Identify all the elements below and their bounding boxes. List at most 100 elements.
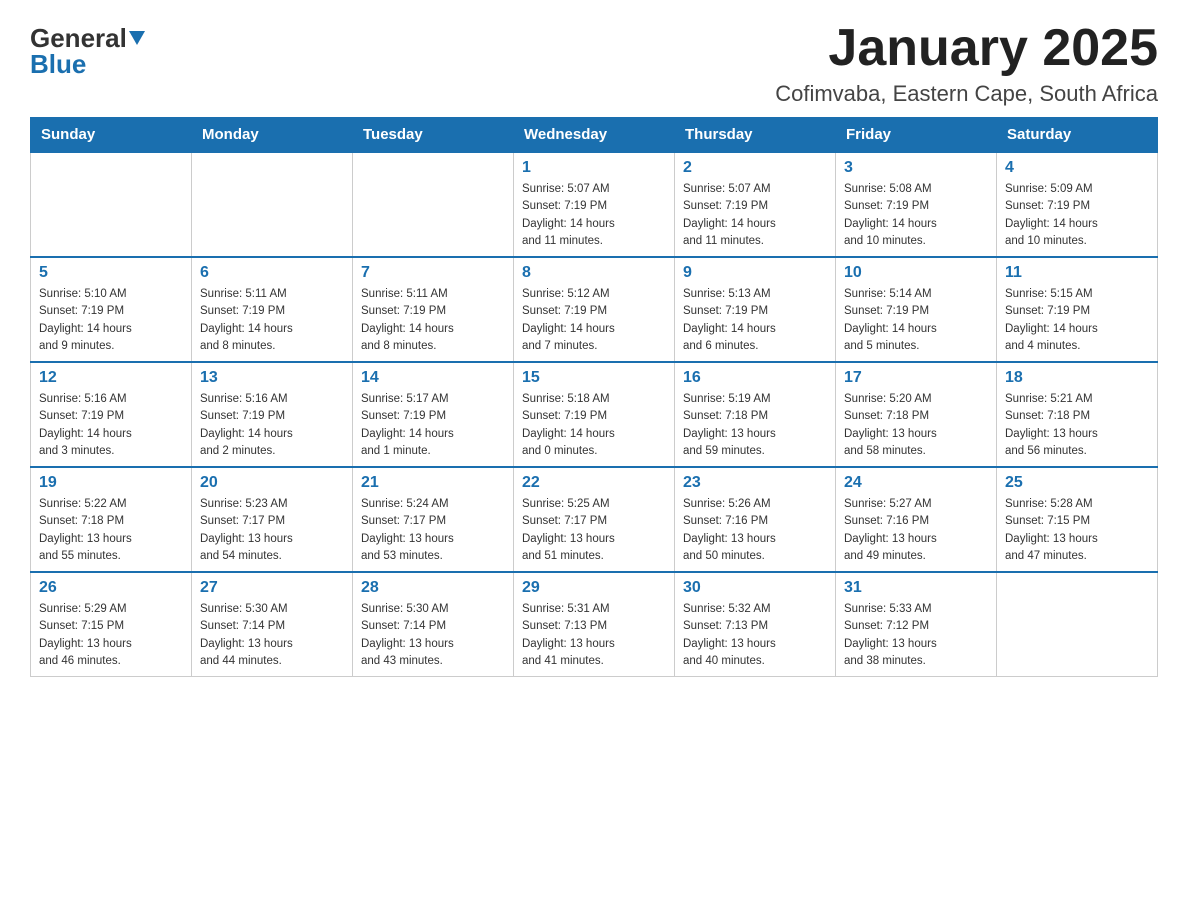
day-number: 13 (200, 369, 344, 387)
day-info: Sunrise: 5:27 AM Sunset: 7:16 PM Dayligh… (844, 496, 988, 565)
col-tuesday: Tuesday (353, 118, 514, 153)
logo-triangle-icon (129, 31, 145, 45)
day-info: Sunrise: 5:20 AM Sunset: 7:18 PM Dayligh… (844, 391, 988, 460)
day-info: Sunrise: 5:14 AM Sunset: 7:19 PM Dayligh… (844, 286, 988, 355)
day-number: 17 (844, 369, 988, 387)
logo-general-text: General (30, 25, 127, 51)
table-row: 18Sunrise: 5:21 AM Sunset: 7:18 PM Dayli… (997, 362, 1158, 467)
table-row: 5Sunrise: 5:10 AM Sunset: 7:19 PM Daylig… (31, 257, 192, 362)
col-saturday: Saturday (997, 118, 1158, 153)
col-monday: Monday (192, 118, 353, 153)
day-number: 10 (844, 264, 988, 282)
table-row: 11 Sunrise: 5:15 AM Sunset: 7:19 PM Dayli… (997, 257, 1158, 362)
day-number: 1 (522, 159, 666, 177)
calendar-table: Sunday Monday Tuesday Wednesday Thursday… (30, 117, 1158, 677)
day-number: 23 (683, 474, 827, 492)
day-number: 24 (844, 474, 988, 492)
day-info: Sunrise: 5:32 AM Sunset: 7:13 PM Dayligh… (683, 601, 827, 670)
day-number: 29 (522, 579, 666, 597)
day-number: 27 (200, 579, 344, 597)
table-row: 16 Sunrise: 5:19 AM Sunset: 7:18 PM Dayli… (675, 362, 836, 467)
day-info: Sunrise: 5:23 AM Sunset: 7:17 PM Dayligh… (200, 496, 344, 565)
calendar-week-row: 5Sunrise: 5:10 AM Sunset: 7:19 PM Daylig… (31, 257, 1158, 362)
day-info: Sunrise: 5:33 AM Sunset: 7:12 PM Dayligh… (844, 601, 988, 670)
col-thursday: Thursday (675, 118, 836, 153)
table-row: 13 Sunrise: 5:16 AM Sunset: 7:19 PM Dayli… (192, 362, 353, 467)
table-row: 7Sunrise: 5:11 AM Sunset: 7:19 PM Daylig… (353, 257, 514, 362)
day-info: Sunrise: 5:16 AM Sunset: 7:19 PM Dayligh… (200, 391, 344, 460)
day-number: 6 (200, 264, 344, 282)
day-info: Sunrise: 5:31 AM Sunset: 7:13 PM Dayligh… (522, 601, 666, 670)
day-number: 21 (361, 474, 505, 492)
day-info: Sunrise: 5:19 AM Sunset: 7:18 PM Dayligh… (683, 391, 827, 460)
table-row: 20Sunrise: 5:23 AM Sunset: 7:17 PM Dayli… (192, 467, 353, 572)
day-number: 26 (39, 579, 183, 597)
day-info: Sunrise: 5:26 AM Sunset: 7:16 PM Dayligh… (683, 496, 827, 565)
day-info: Sunrise: 5:28 AM Sunset: 7:15 PM Dayligh… (1005, 496, 1149, 565)
day-info: Sunrise: 5:17 AM Sunset: 7:19 PM Dayligh… (361, 391, 505, 460)
table-row: 8Sunrise: 5:12 AM Sunset: 7:19 PM Daylig… (514, 257, 675, 362)
table-row: 19Sunrise: 5:22 AM Sunset: 7:18 PM Dayli… (31, 467, 192, 572)
table-row: 12Sunrise: 5:16 AM Sunset: 7:19 PM Dayli… (31, 362, 192, 467)
day-number: 15 (522, 369, 666, 387)
day-number: 25 (1005, 474, 1149, 492)
day-number: 12 (39, 369, 183, 387)
day-number: 16 (683, 369, 827, 387)
day-number: 19 (39, 474, 183, 492)
table-row (353, 152, 514, 257)
col-sunday: Sunday (31, 118, 192, 153)
table-row: 6Sunrise: 5:11 AM Sunset: 7:19 PM Daylig… (192, 257, 353, 362)
day-info: Sunrise: 5:09 AM Sunset: 7:19 PM Dayligh… (1005, 181, 1149, 250)
table-row: 30 Sunrise: 5:32 AM Sunset: 7:13 PM Dayli… (675, 572, 836, 677)
location-subtitle: Cofimvaba, Eastern Cape, South Africa (775, 81, 1158, 107)
table-row (192, 152, 353, 257)
day-number: 4 (1005, 159, 1149, 177)
day-info: Sunrise: 5:18 AM Sunset: 7:19 PM Dayligh… (522, 391, 666, 460)
table-row: 23 Sunrise: 5:26 AM Sunset: 7:16 PM Dayli… (675, 467, 836, 572)
table-row: 21Sunrise: 5:24 AM Sunset: 7:17 PM Dayli… (353, 467, 514, 572)
day-number: 22 (522, 474, 666, 492)
table-row (31, 152, 192, 257)
day-info: Sunrise: 5:11 AM Sunset: 7:19 PM Dayligh… (361, 286, 505, 355)
calendar-week-row: 19Sunrise: 5:22 AM Sunset: 7:18 PM Dayli… (31, 467, 1158, 572)
day-number: 28 (361, 579, 505, 597)
day-info: Sunrise: 5:07 AM Sunset: 7:19 PM Dayligh… (683, 181, 827, 250)
calendar-week-row: 12 Sunrise: 5:16 AM Sunset: 7:19 PM Dayli… (31, 362, 1158, 467)
col-friday: Friday (836, 118, 997, 153)
table-row: 26Sunrise: 5:29 AM Sunset: 7:15 PM Dayli… (31, 572, 192, 677)
day-number: 11 (1005, 264, 1149, 282)
month-year-title: January 2025 (775, 20, 1158, 77)
day-number: 2 (683, 159, 827, 177)
day-number: 30 (683, 579, 827, 597)
table-row: 9 Sunrise: 5:13 AM Sunset: 7:19 PM Daylig… (675, 257, 836, 362)
table-row: 10 Sunrise: 5:14 AM Sunset: 7:19 PM Dayli… (836, 257, 997, 362)
calendar-week-row: 1 Sunrise: 5:07 AM Sunset: 7:19 PM Daylig… (31, 152, 1158, 257)
day-number: 9 (683, 264, 827, 282)
table-row: 29 Sunrise: 5:31 AM Sunset: 7:13 PM Dayli… (514, 572, 675, 677)
day-number: 3 (844, 159, 988, 177)
calendar-header-row: Sunday Monday Tuesday Wednesday Thursday… (31, 118, 1158, 153)
table-row: 17 Sunrise: 5:20 AM Sunset: 7:18 PM Dayli… (836, 362, 997, 467)
table-row: 22Sunrise: 5:25 AM Sunset: 7:17 PM Dayli… (514, 467, 675, 572)
day-number: 18 (1005, 369, 1149, 387)
table-row: 1 Sunrise: 5:07 AM Sunset: 7:19 PM Daylig… (514, 152, 675, 257)
page-header: General Blue January 2025 Cofimvaba, Eas… (30, 20, 1158, 107)
logo-blue-text: Blue (30, 51, 86, 77)
table-row: 4 Sunrise: 5:09 AM Sunset: 7:19 PM Daylig… (997, 152, 1158, 257)
col-wednesday: Wednesday (514, 118, 675, 153)
day-info: Sunrise: 5:30 AM Sunset: 7:14 PM Dayligh… (200, 601, 344, 670)
calendar-week-row: 26Sunrise: 5:29 AM Sunset: 7:15 PM Dayli… (31, 572, 1158, 677)
day-info: Sunrise: 5:07 AM Sunset: 7:19 PM Dayligh… (522, 181, 666, 250)
logo: General Blue (30, 20, 145, 77)
day-number: 31 (844, 579, 988, 597)
day-info: Sunrise: 5:13 AM Sunset: 7:19 PM Dayligh… (683, 286, 827, 355)
table-row: 24 Sunrise: 5:27 AM Sunset: 7:16 PM Dayli… (836, 467, 997, 572)
table-row: 3Sunrise: 5:08 AM Sunset: 7:19 PM Daylig… (836, 152, 997, 257)
table-row: 2 Sunrise: 5:07 AM Sunset: 7:19 PM Daylig… (675, 152, 836, 257)
day-info: Sunrise: 5:15 AM Sunset: 7:19 PM Dayligh… (1005, 286, 1149, 355)
table-row: 31 Sunrise: 5:33 AM Sunset: 7:12 PM Dayli… (836, 572, 997, 677)
day-info: Sunrise: 5:12 AM Sunset: 7:19 PM Dayligh… (522, 286, 666, 355)
day-info: Sunrise: 5:10 AM Sunset: 7:19 PM Dayligh… (39, 286, 183, 355)
table-row: 14 Sunrise: 5:17 AM Sunset: 7:19 PM Dayli… (353, 362, 514, 467)
day-number: 14 (361, 369, 505, 387)
